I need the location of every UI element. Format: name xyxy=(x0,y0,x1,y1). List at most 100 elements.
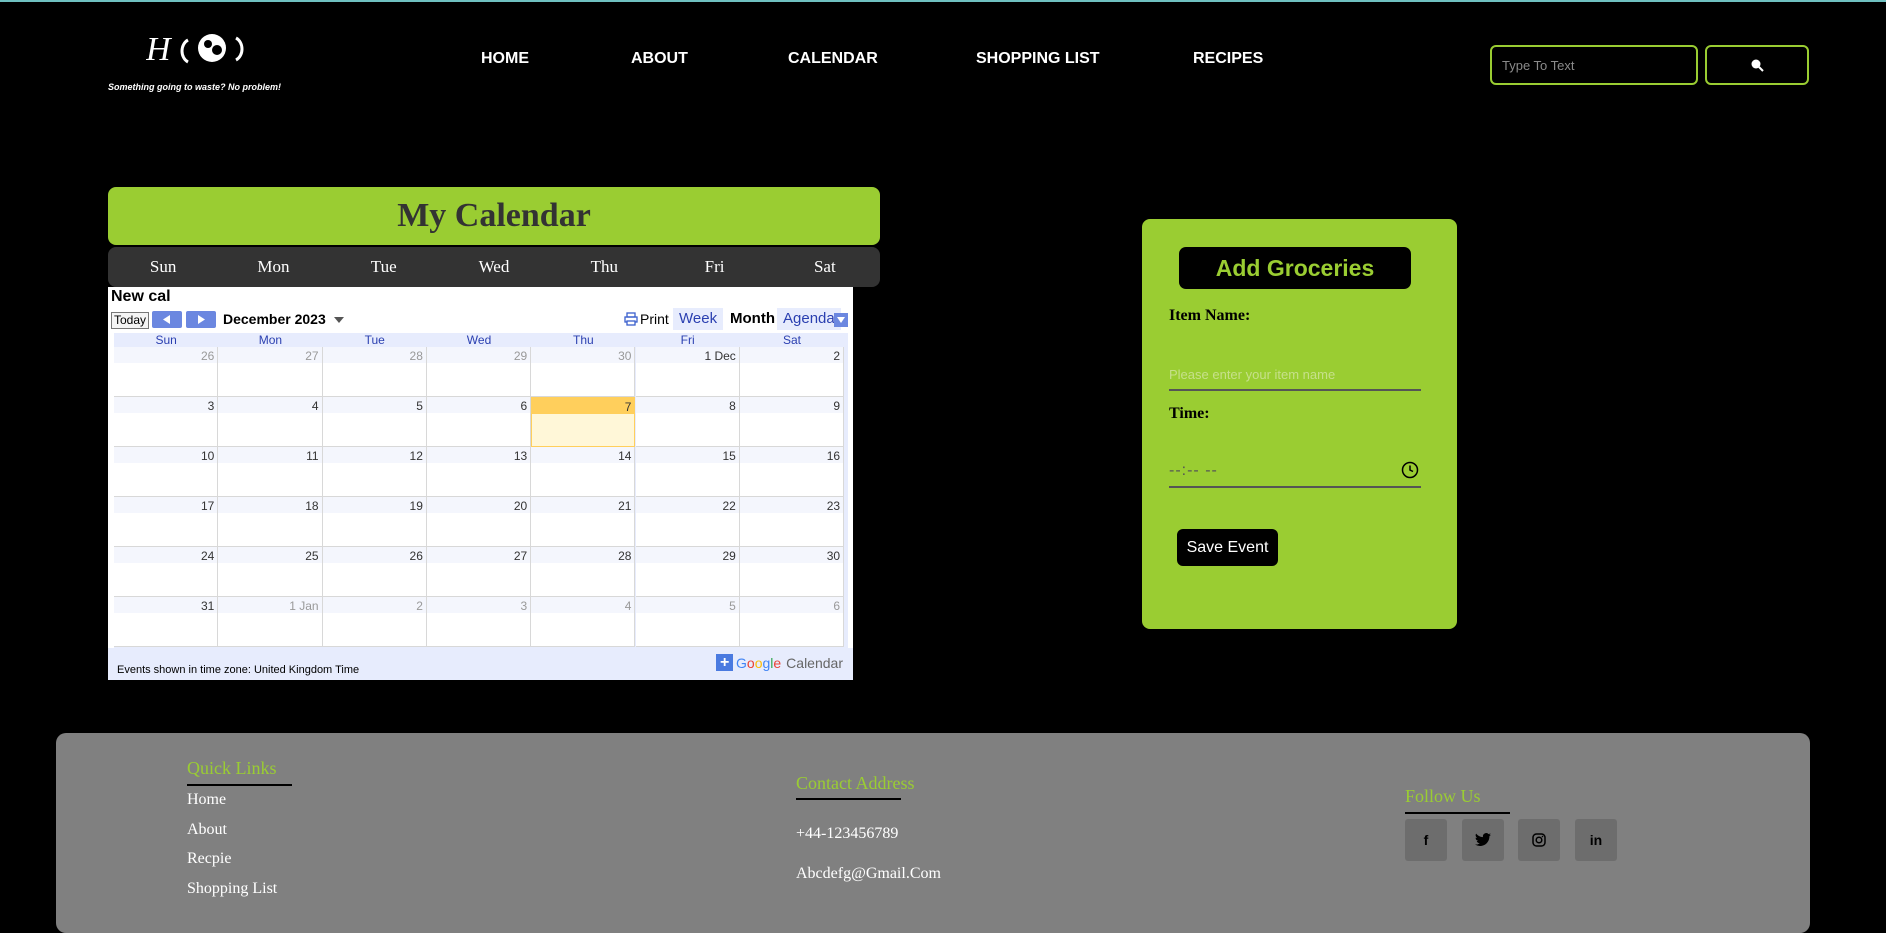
nav-home[interactable]: HOME xyxy=(481,50,529,68)
day-number: 5 xyxy=(729,599,736,613)
weekday-label: Wed xyxy=(478,257,510,276)
day-cell[interactable]: 6 xyxy=(739,597,845,647)
footer-link-about[interactable]: About xyxy=(187,821,227,839)
nav-recipes[interactable]: RECIPES xyxy=(1193,50,1263,68)
day-cell[interactable]: 23 xyxy=(739,497,845,547)
search-icon xyxy=(1751,59,1764,72)
footer-link-recipe[interactable]: Recpie xyxy=(187,850,231,868)
facebook-icon[interactable]: f xyxy=(1405,819,1447,861)
day-cell[interactable]: 11 xyxy=(218,447,323,497)
twitter-icon[interactable] xyxy=(1462,819,1504,861)
day-cell[interactable]: 26 xyxy=(114,347,219,397)
day-number: 19 xyxy=(409,499,423,513)
day-cell[interactable]: 19 xyxy=(322,497,427,547)
day-cell-header xyxy=(322,597,426,613)
day-cell[interactable]: 28 xyxy=(531,547,636,597)
day-cell[interactable]: 15 xyxy=(635,447,740,497)
day-cell[interactable]: 5 xyxy=(322,397,427,447)
day-number: 2 xyxy=(833,349,841,363)
heading-underline xyxy=(1405,812,1510,814)
day-cell[interactable]: 20 xyxy=(426,497,532,547)
google-calendar-badge[interactable]: + Google Calendar xyxy=(716,654,843,671)
day-cell[interactable]: 26 xyxy=(322,547,427,597)
day-number: 27 xyxy=(305,349,319,363)
item-name-input[interactable] xyxy=(1169,359,1421,391)
day-cell[interactable]: 2 xyxy=(739,347,845,397)
save-event-button[interactable]: Save Event xyxy=(1177,529,1278,566)
day-cell[interactable]: 10 xyxy=(114,447,219,497)
add-groceries-panel: Add Groceries Item Name: Time: --:-- -- … xyxy=(1142,219,1457,629)
day-cell[interactable]: 14 xyxy=(531,447,636,497)
day-cell[interactable]: 30 xyxy=(739,547,845,597)
day-number: 4 xyxy=(311,399,319,413)
day-cell[interactable]: 21 xyxy=(531,497,636,547)
day-cell[interactable]: 6 xyxy=(426,397,532,447)
day-cell[interactable]: 24 xyxy=(114,547,219,597)
day-cell[interactable]: 9 xyxy=(739,397,845,447)
follow-us-heading: Follow Us xyxy=(1405,786,1481,806)
day-number: 14 xyxy=(618,449,632,463)
view-dropdown-icon[interactable] xyxy=(834,313,848,327)
day-cell[interactable]: 22 xyxy=(635,497,740,547)
site-logo[interactable]: H Something going to waste? No problem! xyxy=(108,28,281,98)
view-tab-week[interactable]: Week xyxy=(673,308,724,330)
day-cell[interactable]: 18 xyxy=(218,497,323,547)
day-number: 8 xyxy=(729,399,736,413)
nav-calendar[interactable]: CALENDAR xyxy=(788,50,878,68)
prev-month-button[interactable] xyxy=(152,311,182,328)
contact-heading: Contact Address xyxy=(796,773,915,793)
day-cell[interactable]: 27 xyxy=(426,547,532,597)
weekday-label: Tue xyxy=(370,257,397,276)
day-cell[interactable]: 31 xyxy=(114,597,219,647)
search-button[interactable] xyxy=(1705,45,1809,85)
view-tab-agenda[interactable]: Agenda xyxy=(777,308,841,330)
day-cell[interactable]: 27 xyxy=(218,347,323,397)
day-cell[interactable]: 8 xyxy=(635,397,740,447)
instagram-icon[interactable] xyxy=(1518,819,1560,861)
day-cell[interactable]: 16 xyxy=(739,447,845,497)
footer-link-shopping-list[interactable]: Shopping List xyxy=(187,880,277,898)
day-cell[interactable]: 25 xyxy=(218,547,323,597)
time-input[interactable]: --:-- -- xyxy=(1169,456,1421,488)
day-cell[interactable]: 7 xyxy=(531,397,636,447)
view-tab-month[interactable]: Month xyxy=(724,308,781,330)
linkedin-icon[interactable]: in xyxy=(1575,819,1617,861)
print-button[interactable]: Print xyxy=(624,311,669,327)
day-cell[interactable]: 29 xyxy=(635,547,740,597)
day-number: 1 Jan xyxy=(289,599,319,613)
current-month-label: December 2023 xyxy=(223,311,326,327)
day-cell[interactable]: 17 xyxy=(114,497,219,547)
nav-about[interactable]: ABOUT xyxy=(631,50,688,68)
day-cell[interactable]: 3 xyxy=(426,597,532,647)
search-input[interactable] xyxy=(1490,45,1698,85)
month-dropdown-icon[interactable] xyxy=(334,317,344,323)
day-number: 5 xyxy=(416,399,423,413)
day-cell[interactable]: 3 xyxy=(114,397,219,447)
contact-email: Abcdefg@Gmail.Com xyxy=(796,865,941,882)
month-grid: Sun Mon Tue Wed Thu Fri Sat 26 27 28 29 30 1 Dec 2 3 4 5… xyxy=(114,333,848,648)
day-cell[interactable]: 5 xyxy=(635,597,740,647)
arrow-left-icon xyxy=(163,315,170,324)
day-cell[interactable]: 1 Dec xyxy=(635,347,740,397)
weekday-label: Sun xyxy=(149,257,177,276)
google-calendar-embed: New cal Today December 2023 Print Week M… xyxy=(108,287,853,680)
next-month-button[interactable] xyxy=(186,311,216,328)
day-cell-header xyxy=(739,597,844,613)
nav-shopping-list[interactable]: SHOPPING LIST xyxy=(976,50,1100,68)
today-button[interactable]: Today xyxy=(111,312,149,329)
item-name-label: Item Name: xyxy=(1169,307,1251,324)
clock-icon[interactable] xyxy=(1401,461,1419,479)
time-value: --:-- -- xyxy=(1169,462,1218,479)
day-cell[interactable]: 29 xyxy=(426,347,532,397)
embed-dow-label: Sat xyxy=(782,333,801,347)
day-cell[interactable]: 4 xyxy=(531,597,636,647)
footer-link-home[interactable]: Home xyxy=(187,791,226,809)
day-cell[interactable]: 4 xyxy=(218,397,323,447)
day-cell[interactable]: 12 xyxy=(322,447,427,497)
day-cell[interactable]: 13 xyxy=(426,447,532,497)
day-cell[interactable]: 30 xyxy=(531,347,636,397)
day-cell[interactable]: 1 Jan xyxy=(218,597,323,647)
weekday-bar: Sun Mon Tue Wed Thu Fri Sat xyxy=(108,247,880,287)
day-cell[interactable]: 2 xyxy=(322,597,427,647)
day-cell[interactable]: 28 xyxy=(322,347,427,397)
